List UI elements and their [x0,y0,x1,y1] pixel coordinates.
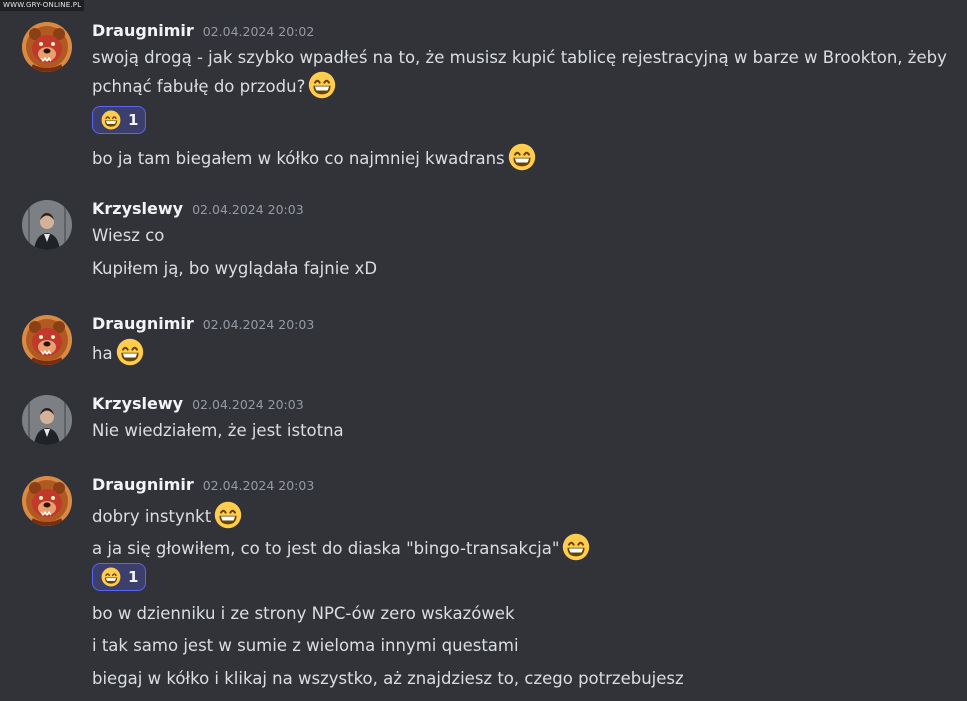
timestamp: 02.04.2024 20:02 [202,24,315,39]
watermark: WWW.GRY-ONLINE.PL [0,0,85,11]
message-header: Draugnimir 02.04.2024 20:02 [92,20,314,42]
message-header: Krzyslewy 02.04.2024 20:03 [92,198,304,220]
grinning-face-emoji [101,567,121,587]
message-text: biegaj w kółko i klikaj na wszystko, aż … [92,669,684,688]
reaction-count: 1 [128,111,139,129]
message-text: a ja się głowiłem, co to jest do diaska … [92,533,590,561]
reaction-count: 1 [128,568,139,586]
grinning-face-emoji [116,338,144,366]
avatar[interactable] [22,395,72,445]
avatar[interactable] [22,315,72,365]
username[interactable]: Krzyslewy [92,394,183,413]
message-text: ha [92,338,144,366]
message-text: dobry instynkt [92,501,242,529]
reaction-button[interactable]: 1 [92,563,146,591]
message-text: bo w dzienniku i ze strony NPC-ów zero w… [92,604,515,623]
username[interactable]: Draugnimir [92,314,194,333]
message-header: Draugnimir 02.04.2024 20:03 [92,474,314,496]
grinning-face-emoji [508,143,536,171]
grinning-face-emoji [562,533,590,561]
username[interactable]: Draugnimir [92,21,194,40]
timestamp: 02.04.2024 20:03 [192,202,304,217]
avatar[interactable] [22,476,72,526]
avatar[interactable] [22,22,72,72]
message-text: swoją drogą - jak szybko wpadłeś na to, … [92,45,962,100]
username[interactable]: Draugnimir [92,475,194,494]
message-text: Nie wiedziałem, że jest istotna [92,421,344,440]
reaction-button[interactable]: 1 [92,106,146,134]
avatar[interactable] [22,200,72,250]
message-text: Kupiłem ją, bo wyglądała fajnie xD [92,259,378,278]
timestamp: 02.04.2024 20:03 [192,397,304,412]
grinning-face-emoji [308,71,336,99]
grinning-face-emoji [101,110,121,130]
message-text: Wiesz co [92,226,165,245]
message-text: bo ja tam biegałem w kółko co najmniej k… [92,143,536,171]
message-header: Krzyslewy 02.04.2024 20:03 [92,393,304,415]
timestamp: 02.04.2024 20:03 [202,317,315,332]
timestamp: 02.04.2024 20:03 [202,478,315,493]
grinning-face-emoji [214,501,242,529]
message-text: i tak samo jest w sumie z wieloma innymi… [92,636,519,655]
username[interactable]: Krzyslewy [92,199,183,218]
message-header: Draugnimir 02.04.2024 20:03 [92,313,314,335]
